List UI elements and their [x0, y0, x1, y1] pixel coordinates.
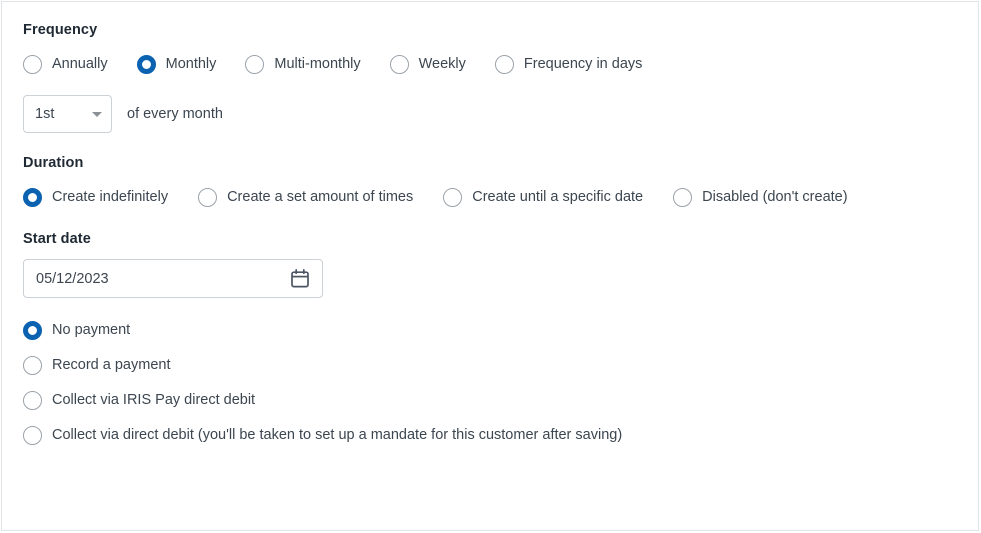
duration-option-create-indefinitely[interactable]: Create indefinitely — [23, 187, 169, 207]
frequency-option-multi-monthly[interactable]: Multi-monthly — [245, 55, 361, 75]
duration-option-disabled[interactable]: Disabled (don't create) — [673, 187, 848, 207]
recurring-invoice-settings-card: Frequency Annually Monthly Multi-monthly… — [1, 1, 979, 531]
day-of-month-row: 1st of every month — [23, 95, 978, 134]
duration-option-create-until-date[interactable]: Create until a specific date — [443, 187, 644, 207]
payment-option-label: Collect via IRIS Pay direct debit — [52, 391, 256, 408]
radio-icon[interactable] — [494, 55, 514, 75]
radio-icon[interactable] — [23, 391, 42, 411]
payment-radio-group: No payment Record a payment Collect via … — [23, 321, 978, 446]
radio-icon[interactable] — [23, 426, 42, 446]
frequency-option-label: Weekly — [418, 56, 466, 73]
radio-icon-selected[interactable] — [136, 55, 156, 75]
start-date-heading: Start date — [23, 230, 91, 247]
payment-option-label: Collect via direct debit (you'll be take… — [52, 426, 623, 443]
payment-option-record-a-payment[interactable]: Record a payment — [23, 356, 978, 376]
radio-icon[interactable] — [23, 55, 42, 75]
duration-option-label: Create indefinitely — [52, 188, 169, 205]
calendar-icon[interactable] — [291, 269, 309, 288]
start-date-field[interactable]: 05/12/2023 — [23, 259, 323, 299]
frequency-option-label: Frequency in days — [523, 56, 643, 73]
duration-heading: Duration — [23, 155, 84, 172]
frequency-option-monthly[interactable]: Monthly — [136, 55, 217, 75]
radio-icon-selected[interactable] — [23, 187, 42, 207]
radio-icon[interactable] — [673, 187, 693, 207]
frequency-option-weekly[interactable]: Weekly — [389, 55, 466, 75]
frequency-option-label: Multi-monthly — [274, 56, 361, 73]
radio-icon[interactable] — [23, 356, 42, 376]
frequency-heading: Frequency — [23, 22, 98, 38]
frequency-option-label: Monthly — [165, 56, 217, 73]
payment-option-label: No payment — [52, 321, 131, 338]
payment-option-direct-debit-mandate[interactable]: Collect via direct debit (you'll be take… — [23, 426, 978, 446]
payment-option-no-payment[interactable]: No payment — [23, 321, 978, 341]
frequency-option-frequency-in-days[interactable]: Frequency in days — [494, 55, 643, 75]
payment-option-iris-pay-direct-debit[interactable]: Collect via IRIS Pay direct debit — [23, 391, 978, 411]
start-date-value: 05/12/2023 — [36, 270, 109, 287]
radio-icon[interactable] — [443, 187, 463, 207]
form-content: Frequency Annually Monthly Multi-monthly… — [2, 2, 978, 446]
frequency-option-label: Annually — [52, 56, 108, 73]
radio-icon-selected[interactable] — [23, 321, 42, 341]
day-of-month-suffix: of every month — [127, 106, 223, 123]
day-of-month-value: 1st — [35, 106, 55, 123]
frequency-option-annually[interactable]: Annually — [23, 55, 108, 75]
duration-option-create-set-amount[interactable]: Create a set amount of times — [198, 187, 414, 207]
chevron-down-icon — [92, 111, 102, 117]
frequency-radio-group: Annually Monthly Multi-monthly Weekly Fr… — [23, 55, 978, 75]
radio-icon[interactable] — [198, 187, 218, 207]
payment-option-label: Record a payment — [52, 356, 171, 373]
duration-option-label: Create until a specific date — [472, 188, 644, 205]
radio-icon[interactable] — [245, 55, 265, 75]
duration-option-label: Disabled (don't create) — [702, 188, 848, 205]
duration-option-label: Create a set amount of times — [227, 188, 414, 205]
radio-icon[interactable] — [389, 55, 409, 75]
day-of-month-select[interactable]: 1st — [23, 95, 112, 134]
duration-radio-group: Create indefinitely Create a set amount … — [23, 187, 978, 207]
